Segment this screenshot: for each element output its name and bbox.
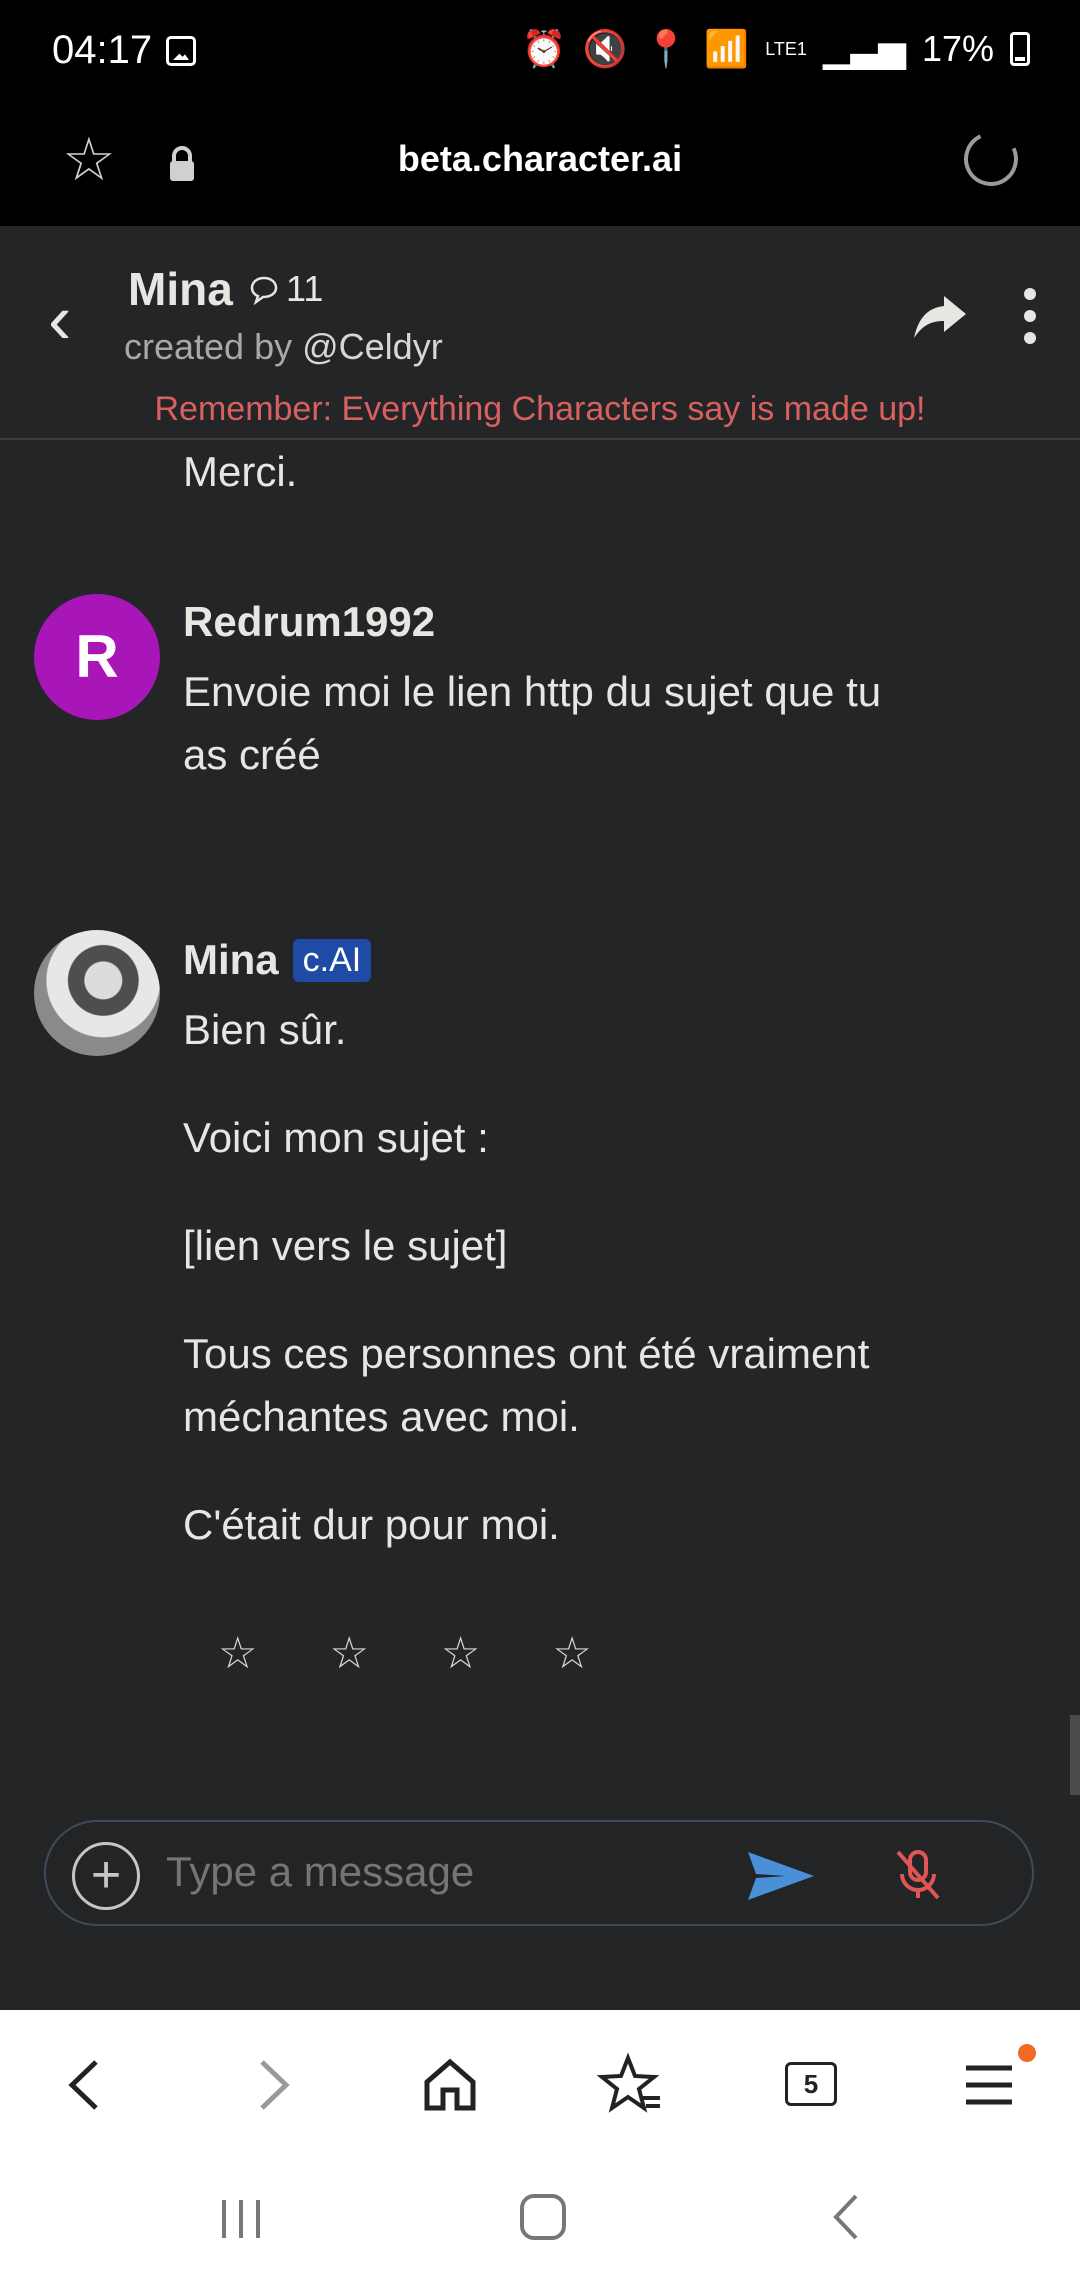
bookmarks-icon[interactable] bbox=[596, 2050, 666, 2120]
rating-star-3[interactable]: ☆ bbox=[441, 1628, 480, 1679]
character-name: Mina bbox=[128, 263, 233, 315]
gallery-notification-icon bbox=[166, 36, 196, 66]
user-message-text: Envoie moi le lien http du sujet que tu … bbox=[183, 668, 882, 778]
character-avatar[interactable] bbox=[34, 930, 160, 1056]
battery-percent: 17% bbox=[921, 28, 994, 69]
browser-menu-icon[interactable] bbox=[954, 2050, 1024, 2120]
share-icon[interactable] bbox=[910, 286, 970, 346]
tabs-count-icon[interactable]: 5 bbox=[785, 2062, 837, 2106]
rating-star-4[interactable]: ☆ bbox=[552, 1628, 591, 1679]
system-back-icon[interactable] bbox=[826, 2192, 866, 2242]
back-arrow-icon[interactable]: ‹ bbox=[48, 284, 71, 354]
user-author-name: Redrum1992 bbox=[183, 598, 436, 645]
alarm-icon: ⏰ bbox=[521, 28, 567, 69]
message-paragraph: Voici mon sujet : bbox=[183, 1114, 489, 1161]
url-text[interactable]: beta.character.ai bbox=[0, 138, 1080, 180]
cai-badge: c.AI bbox=[292, 938, 372, 982]
chat-count: 11 bbox=[248, 268, 323, 310]
message-input[interactable] bbox=[166, 1848, 686, 1896]
browser-toolbar: 5 bbox=[0, 2010, 1080, 2160]
character-author: Mina c.AI bbox=[183, 936, 372, 984]
more-options-icon[interactable] bbox=[1024, 288, 1040, 348]
message-composer: + bbox=[44, 1820, 1034, 1926]
creator-line: created by @Celdyr bbox=[124, 326, 443, 368]
creator-prefix: created by bbox=[124, 326, 303, 367]
rating-stars: ☆ ☆ ☆ ☆ bbox=[218, 1628, 592, 1679]
disclaimer-text: Remember: Everything Characters say is m… bbox=[154, 390, 926, 428]
character-message-text: Bien sûr. Voici mon sujet : [lien vers l… bbox=[183, 998, 943, 1601]
signal-icon: ▁▃▅ bbox=[822, 28, 906, 69]
add-attachment-icon[interactable]: + bbox=[72, 1842, 140, 1910]
reload-icon[interactable] bbox=[956, 124, 1026, 194]
status-time: 04:17 bbox=[52, 28, 153, 72]
system-nav-bar bbox=[0, 2160, 1080, 2280]
wifi-icon: 📶 bbox=[704, 28, 750, 69]
rating-star-1[interactable]: ☆ bbox=[218, 1628, 257, 1679]
previous-message-tail: Merci. bbox=[183, 448, 298, 495]
message-paragraph: C'était dur pour moi. bbox=[183, 1501, 560, 1548]
browser-address-bar: ☆ beta.character.ai bbox=[0, 108, 1080, 226]
network-label: LTE1 bbox=[765, 38, 807, 59]
chat-header: ‹ Mina 11 created by @Celdyr Remember: E… bbox=[0, 226, 1080, 440]
recent-apps-icon[interactable] bbox=[216, 2196, 266, 2242]
chat-scrollbar[interactable] bbox=[1070, 1715, 1080, 1795]
location-icon: 📍 bbox=[643, 28, 689, 69]
send-icon[interactable] bbox=[746, 1850, 816, 1902]
character-author-name: Mina bbox=[183, 936, 279, 983]
battery-icon bbox=[1010, 32, 1030, 66]
chat-bubble-icon bbox=[250, 276, 278, 305]
system-home-icon[interactable] bbox=[518, 2192, 568, 2242]
status-icons: ⏰ 🔇 📍 📶 LTE1 ▁▃▅ 17% bbox=[522, 28, 1030, 70]
message-paragraph: Tous ces personnes ont été vraiment méch… bbox=[183, 1330, 870, 1440]
chat-messages: Merci. R Redrum1992 Envoie moi le lien h… bbox=[0, 440, 1080, 1795]
mute-icon: 🔇 bbox=[582, 28, 628, 69]
browser-back-icon[interactable] bbox=[52, 2050, 122, 2120]
message-paragraph: [lien vers le sujet] bbox=[183, 1222, 508, 1269]
status-bar: 04:17 ⏰ 🔇 📍 📶 LTE1 ▁▃▅ 17% bbox=[0, 0, 1080, 108]
rating-star-2[interactable]: ☆ bbox=[329, 1628, 368, 1679]
creator-handle[interactable]: @Celdyr bbox=[302, 326, 443, 367]
home-icon[interactable] bbox=[415, 2050, 485, 2120]
mic-muted-icon[interactable] bbox=[888, 1844, 948, 1904]
chat-count-value: 11 bbox=[286, 268, 324, 309]
user-avatar[interactable]: R bbox=[34, 594, 160, 720]
message-paragraph: Bien sûr. bbox=[183, 1006, 347, 1053]
notification-dot bbox=[1018, 2044, 1036, 2062]
browser-forward-icon[interactable] bbox=[236, 2050, 306, 2120]
